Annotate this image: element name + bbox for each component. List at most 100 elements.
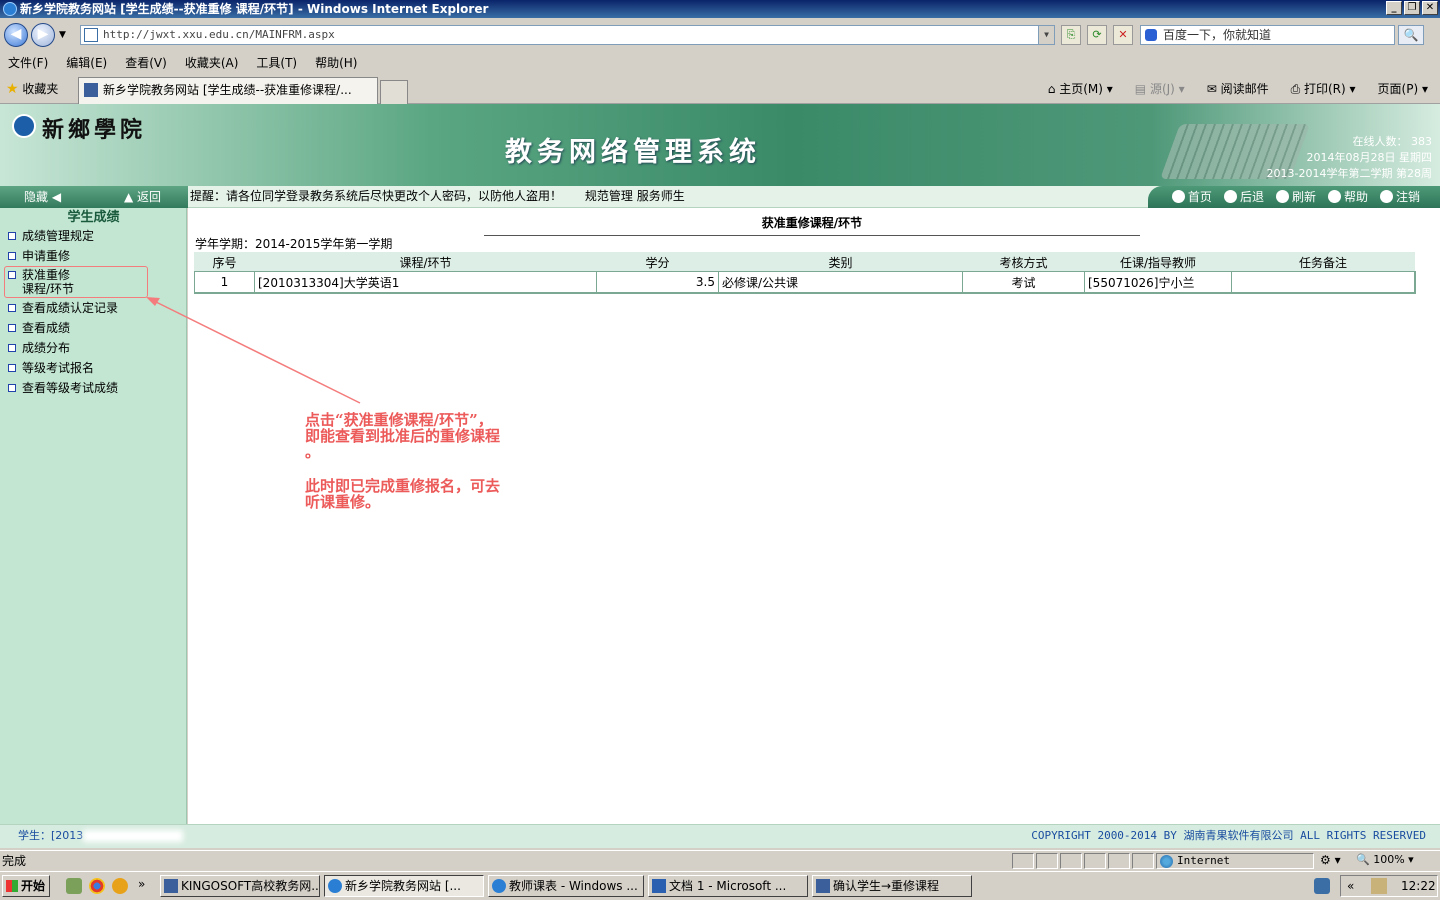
highlight-box bbox=[4, 266, 148, 298]
taskbar-item-active[interactable]: 新乡学院教务网站 [... bbox=[324, 875, 484, 897]
checkbox-icon bbox=[8, 364, 16, 372]
nav-help-link[interactable]: 帮助 bbox=[1327, 186, 1368, 208]
header-info: 在线人数： 383 2014年08月28日 星期四 2013-2014学年第二学… bbox=[1267, 134, 1432, 182]
home-icon bbox=[1171, 190, 1185, 203]
menu-view[interactable]: 查看(V) bbox=[125, 52, 167, 74]
sidebar-item-label: 成绩管理规定 bbox=[22, 229, 95, 243]
sidebar-item-label: 查看成绩 bbox=[22, 321, 71, 335]
window-title-bar: 新乡学院教务网站 [学生成绩--获准重修 课程/环节] - Windows In… bbox=[0, 0, 1440, 18]
hide-sidebar-button[interactable]: 隐藏 ◀ bbox=[24, 186, 61, 208]
restore-button[interactable]: ❐ bbox=[1404, 1, 1420, 15]
globe-icon bbox=[1160, 855, 1173, 868]
protected-mode-icon[interactable]: ⚙ ▾ bbox=[1320, 853, 1341, 867]
minimize-button[interactable]: _ bbox=[1386, 1, 1402, 15]
checkbox-icon bbox=[8, 344, 16, 352]
column-header: 类别 bbox=[718, 252, 963, 272]
nav-home-link[interactable]: 首页 bbox=[1171, 186, 1212, 208]
word-icon bbox=[652, 879, 666, 893]
system-title: 教务网络管理系统 bbox=[505, 137, 761, 168]
close-window-button[interactable]: ✕ bbox=[1422, 1, 1438, 15]
print-button[interactable]: ⎙ 打印(R) ▾ bbox=[1291, 80, 1356, 98]
page-menu-button[interactable]: 页面(P) ▾ bbox=[1378, 80, 1428, 98]
taskbar-item[interactable]: 文档 1 - Microsoft ... bbox=[648, 875, 808, 897]
tray-expand-icon[interactable]: « bbox=[1347, 876, 1354, 896]
back-menu-button[interactable]: ▲ 返回 bbox=[124, 186, 161, 208]
sidebar-item-view-grades[interactable]: 查看成绩 bbox=[8, 321, 70, 335]
forward-button[interactable]: ▶ bbox=[31, 23, 55, 47]
power-icon bbox=[1379, 190, 1393, 203]
stop-icon[interactable]: ✕ bbox=[1113, 25, 1133, 45]
table-row: 1 [2010313304]大学英语1 3.5 必修课/公共课 考试 [5507… bbox=[193, 270, 1416, 294]
sidebar-item-grade-rules[interactable]: 成绩管理规定 bbox=[8, 229, 94, 243]
nav-refresh-label: 刷新 bbox=[1291, 190, 1316, 204]
taskbar-item[interactable]: KINGOSOFT高校教务网... bbox=[160, 875, 320, 897]
column-header: 任务备注 bbox=[1231, 252, 1415, 272]
taskbar-item-label: KINGOSOFT高校教务网... bbox=[181, 879, 320, 893]
sidebar-item-level-exam-signup[interactable]: 等级考试报名 bbox=[8, 361, 94, 375]
quicklaunch-more-icon[interactable]: » bbox=[138, 877, 145, 891]
online-users: 在线人数： 383 bbox=[1267, 134, 1433, 150]
zoom-control[interactable]: 🔍 100% ▾ bbox=[1356, 853, 1414, 867]
address-dropdown-icon[interactable]: ▼ bbox=[1038, 26, 1054, 44]
term-label: 学年学期：2014-2015学年第一学期 bbox=[195, 237, 393, 251]
notice-message: 提醒：请各位同学登录教务系统后尽快更改个人密码，以防他人盗用！ bbox=[190, 189, 563, 203]
address-bar[interactable]: http://jwxt.xxu.edu.cn/MAINFRM.aspx ▼ bbox=[80, 25, 1055, 45]
sidebar: 学生成绩 成绩管理规定 申请重修 获准重修 课程/环节 查看成绩认定记录 查看成绩… bbox=[0, 208, 187, 824]
start-button[interactable]: 开始 bbox=[2, 875, 50, 897]
tray-app-icon[interactable] bbox=[1371, 878, 1387, 894]
taskbar-item-label: 新乡学院教务网站 [... bbox=[345, 879, 461, 893]
feeds-button[interactable]: ▤ 源(J) ▾ bbox=[1135, 80, 1185, 98]
menu-edit[interactable]: 编辑(E) bbox=[66, 52, 107, 74]
recent-pages-dropdown-icon[interactable]: ▼ bbox=[59, 30, 66, 40]
favorites-button[interactable]: ★ 收藏夹 bbox=[6, 81, 58, 97]
app-icon[interactable] bbox=[112, 878, 128, 894]
status-cell bbox=[1060, 853, 1082, 869]
tab-active[interactable]: 新乡学院教务网站 [学生成绩--获准重修课程/... bbox=[78, 77, 378, 104]
compatibility-view-icon[interactable]: ⎘ bbox=[1061, 25, 1081, 45]
hide-label: 隐藏 bbox=[24, 190, 49, 204]
sidebar-toggle-bar: 隐藏 ◀ ▲ 返回 bbox=[0, 186, 188, 208]
tab-title: 新乡学院教务网站 [学生成绩--获准重修课程/... bbox=[103, 83, 352, 97]
menu-favorites[interactable]: 收藏夹(A) bbox=[185, 52, 239, 74]
refresh-icon bbox=[1275, 190, 1289, 203]
nav-logout-link[interactable]: 注销 bbox=[1379, 186, 1420, 208]
clock: 12:22 bbox=[1401, 879, 1436, 893]
online-count: 383 bbox=[1411, 135, 1432, 148]
retake-course-table: 序号 课程/环节 学分 类别 考核方式 任课/指导教师 任务备注 1 [2010… bbox=[193, 252, 1416, 294]
taskbar-item-label: 确认学生→重修课程 bbox=[833, 879, 940, 893]
read-mail-button[interactable]: ✉ 阅读邮件 bbox=[1207, 80, 1269, 98]
menu-file[interactable]: 文件(F) bbox=[8, 52, 48, 74]
menu-tools[interactable]: 工具(T) bbox=[256, 52, 297, 74]
student-info: 学生：[2013 bbox=[18, 826, 184, 846]
nav-help-label: 帮助 bbox=[1343, 190, 1368, 204]
search-go-button[interactable]: 🔍 bbox=[1398, 25, 1424, 45]
page-icon bbox=[84, 28, 98, 42]
annotation-line: 点击“获准重修课程/环节”， bbox=[305, 411, 493, 429]
taskbar-item[interactable]: 确认学生→重修课程 bbox=[812, 875, 972, 897]
site-icon bbox=[816, 879, 830, 893]
student-label: 学生：[2013 bbox=[18, 829, 84, 842]
sidebar-item-level-exam-results[interactable]: 查看等级考试成绩 bbox=[8, 381, 118, 395]
ie-icon bbox=[328, 879, 342, 893]
notepad-icon[interactable] bbox=[66, 878, 82, 894]
security-zone[interactable]: Internet bbox=[1156, 853, 1314, 869]
menu-help[interactable]: 帮助(H) bbox=[315, 52, 357, 74]
nav-refresh-link[interactable]: 刷新 bbox=[1275, 186, 1316, 208]
chrome-icon[interactable] bbox=[89, 878, 105, 894]
home-button[interactable]: ⌂ 主页(M) ▾ bbox=[1048, 80, 1113, 98]
annotation-line: 。 bbox=[305, 443, 321, 461]
refresh-icon[interactable]: ⟳ bbox=[1087, 25, 1107, 45]
sidebar-item-grade-distribution[interactable]: 成绩分布 bbox=[8, 341, 70, 355]
taskbar-item[interactable]: 教师课表 - Windows ... bbox=[488, 875, 644, 897]
nav-back-link[interactable]: 后退 bbox=[1223, 186, 1264, 208]
sidebar-item-grade-recognition[interactable]: 查看成绩认定记录 bbox=[8, 301, 118, 315]
search-input[interactable]: 百度一下，你就知道 bbox=[1140, 25, 1395, 45]
back-button[interactable]: ◀ bbox=[4, 23, 28, 47]
sidebar-item-label: 查看等级考试成绩 bbox=[22, 381, 119, 395]
new-tab-button[interactable] bbox=[380, 80, 408, 104]
column-header: 学分 bbox=[596, 252, 719, 272]
current-date: 2014年08月28日 星期四 bbox=[1306, 151, 1433, 164]
network-icon[interactable] bbox=[1314, 878, 1330, 894]
sidebar-item-apply-retake[interactable]: 申请重修 bbox=[8, 249, 70, 263]
cell-exam: 考试 bbox=[962, 271, 1085, 293]
